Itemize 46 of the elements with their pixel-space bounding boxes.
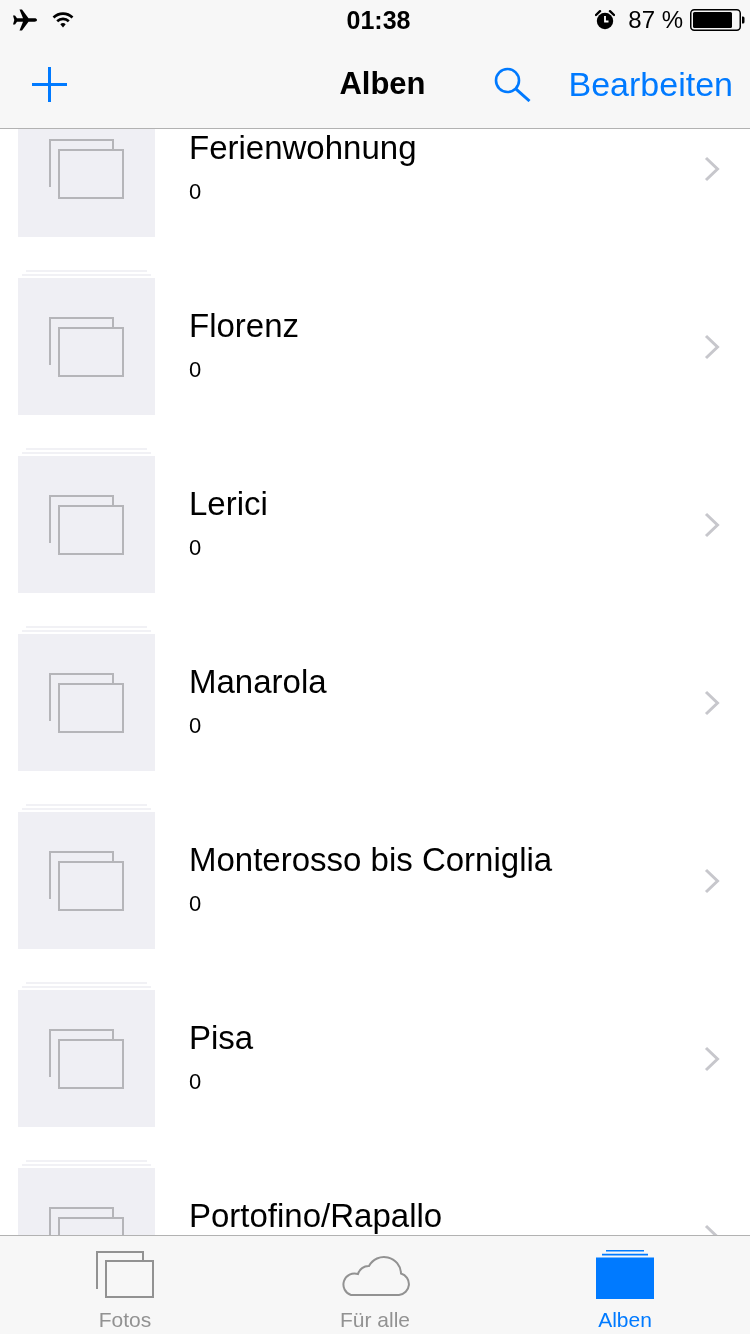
chevron-right-icon <box>704 689 720 716</box>
photo-count: 0 <box>189 178 202 206</box>
search-button[interactable] <box>493 66 531 102</box>
album-title[interactable]: Portofino/Rapallo <box>189 1198 443 1232</box>
photos-icon <box>96 1250 154 1298</box>
alarm-clock-icon <box>595 10 616 30</box>
airplane-icon <box>12 9 38 31</box>
photos-icon <box>49 1028 124 1089</box>
chevron-right-icon <box>704 1045 720 1072</box>
album-title[interactable]: Monterosso bis Corniglia <box>189 842 553 876</box>
photo-count: 0 <box>189 890 202 918</box>
status-time: 01:38 <box>346 5 411 36</box>
album-title[interactable]: Ferienwohnung <box>189 130 417 164</box>
album-cover[interactable] <box>18 270 155 415</box>
photos-icon <box>49 316 124 377</box>
album-cover[interactable] <box>18 626 155 771</box>
chevron-right-icon <box>704 867 720 894</box>
photos-icon <box>49 672 124 733</box>
album-title[interactable]: Florenz <box>189 308 300 342</box>
photos-icon <box>49 494 124 555</box>
photo-count: 0 <box>189 356 202 384</box>
album-title[interactable]: Lerici <box>189 486 268 520</box>
edit-button[interactable]: Bearbeiten <box>568 63 733 105</box>
photos-icon <box>49 850 124 911</box>
chevron-right-icon <box>704 155 720 182</box>
album-cover[interactable] <box>18 448 155 593</box>
album-stack-icon <box>596 1249 654 1299</box>
nav-title: Alben <box>339 65 426 103</box>
album-title[interactable]: Manarola <box>189 664 327 698</box>
album-cover[interactable] <box>18 129 155 237</box>
photos-icon <box>49 138 124 199</box>
search-icon <box>493 66 531 102</box>
album-cover[interactable] <box>18 982 155 1127</box>
photo-count: 0 <box>189 534 202 562</box>
battery-percentage: 87 % <box>628 5 683 35</box>
chevron-right-icon <box>704 333 720 360</box>
album-title[interactable]: Pisa <box>189 1020 254 1054</box>
battery-icon <box>690 9 745 31</box>
tab-button[interactable]: Alben <box>500 1236 750 1334</box>
chevron-right-icon <box>704 511 720 538</box>
wifi-icon <box>52 12 74 28</box>
photo-count: 0 <box>189 1068 202 1096</box>
album-cover[interactable] <box>18 804 155 949</box>
add-button[interactable] <box>32 66 67 102</box>
plus-icon <box>32 66 67 102</box>
photo-count: 0 <box>189 712 202 740</box>
